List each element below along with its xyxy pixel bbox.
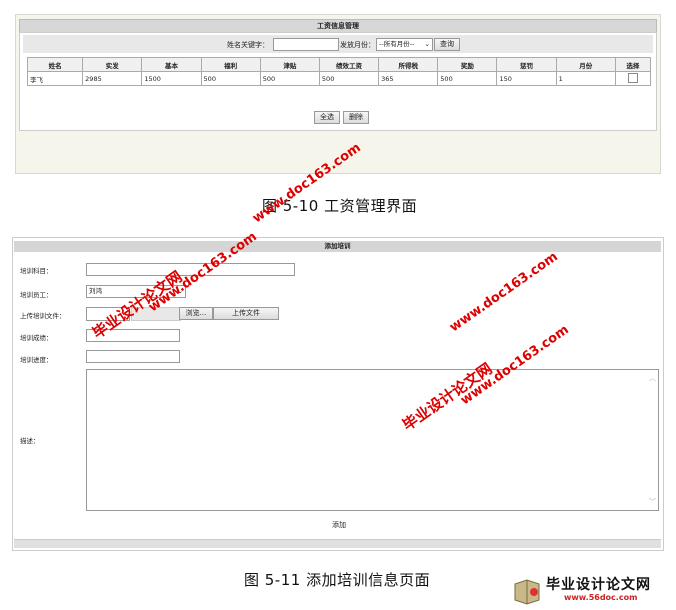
cell-allowance: 500 [259, 71, 320, 86]
search-label: 姓名关键字： [227, 41, 269, 49]
column-header: 绩效工资 [318, 57, 380, 72]
site-logo: 毕业设计论文网 www.56doc.com [512, 572, 672, 608]
month-label: 发放月份： [340, 41, 375, 49]
employee-label: 培训员工： [20, 291, 53, 299]
table-header-row: 姓名 实发 基本 福利 津贴 绩效工资 所得税 奖励 惩罚 月份 选择 [26, 57, 652, 72]
training-form-panel: 添加培训 培训科目： 培训员工： 刘鸿 ⌄ 上传培训文件： 浏览... 上传文件… [12, 237, 664, 551]
score-label: 培训成绩： [20, 334, 53, 342]
column-header: 实发 [82, 57, 143, 72]
column-header: 基本 [141, 57, 202, 72]
salary-panel-body: 姓名关键字： 发放月份： --所有月份-- ⌄ 查询 姓名 实发 基本 福利 津… [19, 32, 657, 131]
book-icon [514, 579, 540, 605]
cell-net-pay: 2985 [82, 71, 143, 86]
progress-input[interactable] [86, 350, 180, 363]
chevron-down-icon: ⌄ [424, 40, 430, 48]
logo-url: www.56doc.com [564, 593, 638, 602]
column-header: 福利 [200, 57, 261, 72]
salary-panel: 工资信息管理 姓名关键字： 发放月份： --所有月份-- ⌄ 查询 姓名 实发 … [15, 14, 661, 174]
column-header: 津贴 [259, 57, 320, 72]
delete-button[interactable]: 删除 [343, 111, 369, 124]
table-row: 李飞 2985 1500 500 500 500 365 500 150 1 [26, 71, 652, 86]
cell-welfare: 500 [200, 71, 261, 86]
month-select-value: --所有月份-- [379, 40, 415, 48]
cell-reward: 500 [437, 71, 498, 86]
salary-table: 姓名 实发 基本 福利 津贴 绩效工资 所得税 奖励 惩罚 月份 选择 李飞 2… [26, 57, 652, 86]
description-textarea[interactable]: ︿ ﹀ [86, 369, 659, 511]
training-form-title: 添加培训 [14, 241, 661, 252]
cell-select [614, 71, 652, 86]
add-button[interactable]: 添加 [332, 520, 346, 530]
column-header: 选择 [614, 57, 652, 72]
subject-label: 培训科目： [20, 267, 53, 275]
cell-tax: 365 [378, 71, 439, 86]
upload-label: 上传培训文件： [20, 312, 66, 320]
month-select[interactable]: --所有月份-- ⌄ [376, 38, 433, 51]
column-header: 月份 [555, 57, 616, 72]
cell-month: 1 [555, 71, 616, 86]
cell-penalty: 150 [496, 71, 557, 86]
column-header: 惩罚 [496, 57, 557, 72]
column-header: 姓名 [26, 57, 84, 72]
query-button[interactable]: 查询 [434, 38, 460, 51]
column-header: 所得税 [378, 57, 439, 72]
search-bar: 姓名关键字： 发放月份： --所有月份-- ⌄ 查询 [23, 35, 653, 53]
progress-label: 培训进度： [20, 356, 53, 364]
salary-panel-title: 工资信息管理 [19, 19, 657, 33]
description-label: 描述： [20, 437, 40, 445]
cell-name: 李飞 [26, 71, 84, 86]
scroll-up-icon[interactable]: ︿ [649, 373, 656, 383]
column-header: 奖励 [437, 57, 498, 72]
row-checkbox[interactable] [627, 72, 638, 83]
figure-caption-2: 图 5-11 添加培训信息页面 [244, 571, 431, 589]
cell-performance: 500 [318, 71, 380, 86]
select-all-button[interactable]: 全选 [314, 111, 340, 124]
scroll-down-icon[interactable]: ﹀ [649, 497, 656, 507]
cell-base: 1500 [141, 71, 202, 86]
browse-button[interactable]: 浏览... [179, 307, 213, 320]
name-keyword-input[interactable] [273, 38, 339, 51]
upload-file-button[interactable]: 上传文件 [213, 307, 279, 320]
form-footer-bar [14, 539, 661, 548]
employee-select-value: 刘鸿 [89, 287, 102, 295]
logo-title: 毕业设计论文网 [546, 577, 651, 593]
